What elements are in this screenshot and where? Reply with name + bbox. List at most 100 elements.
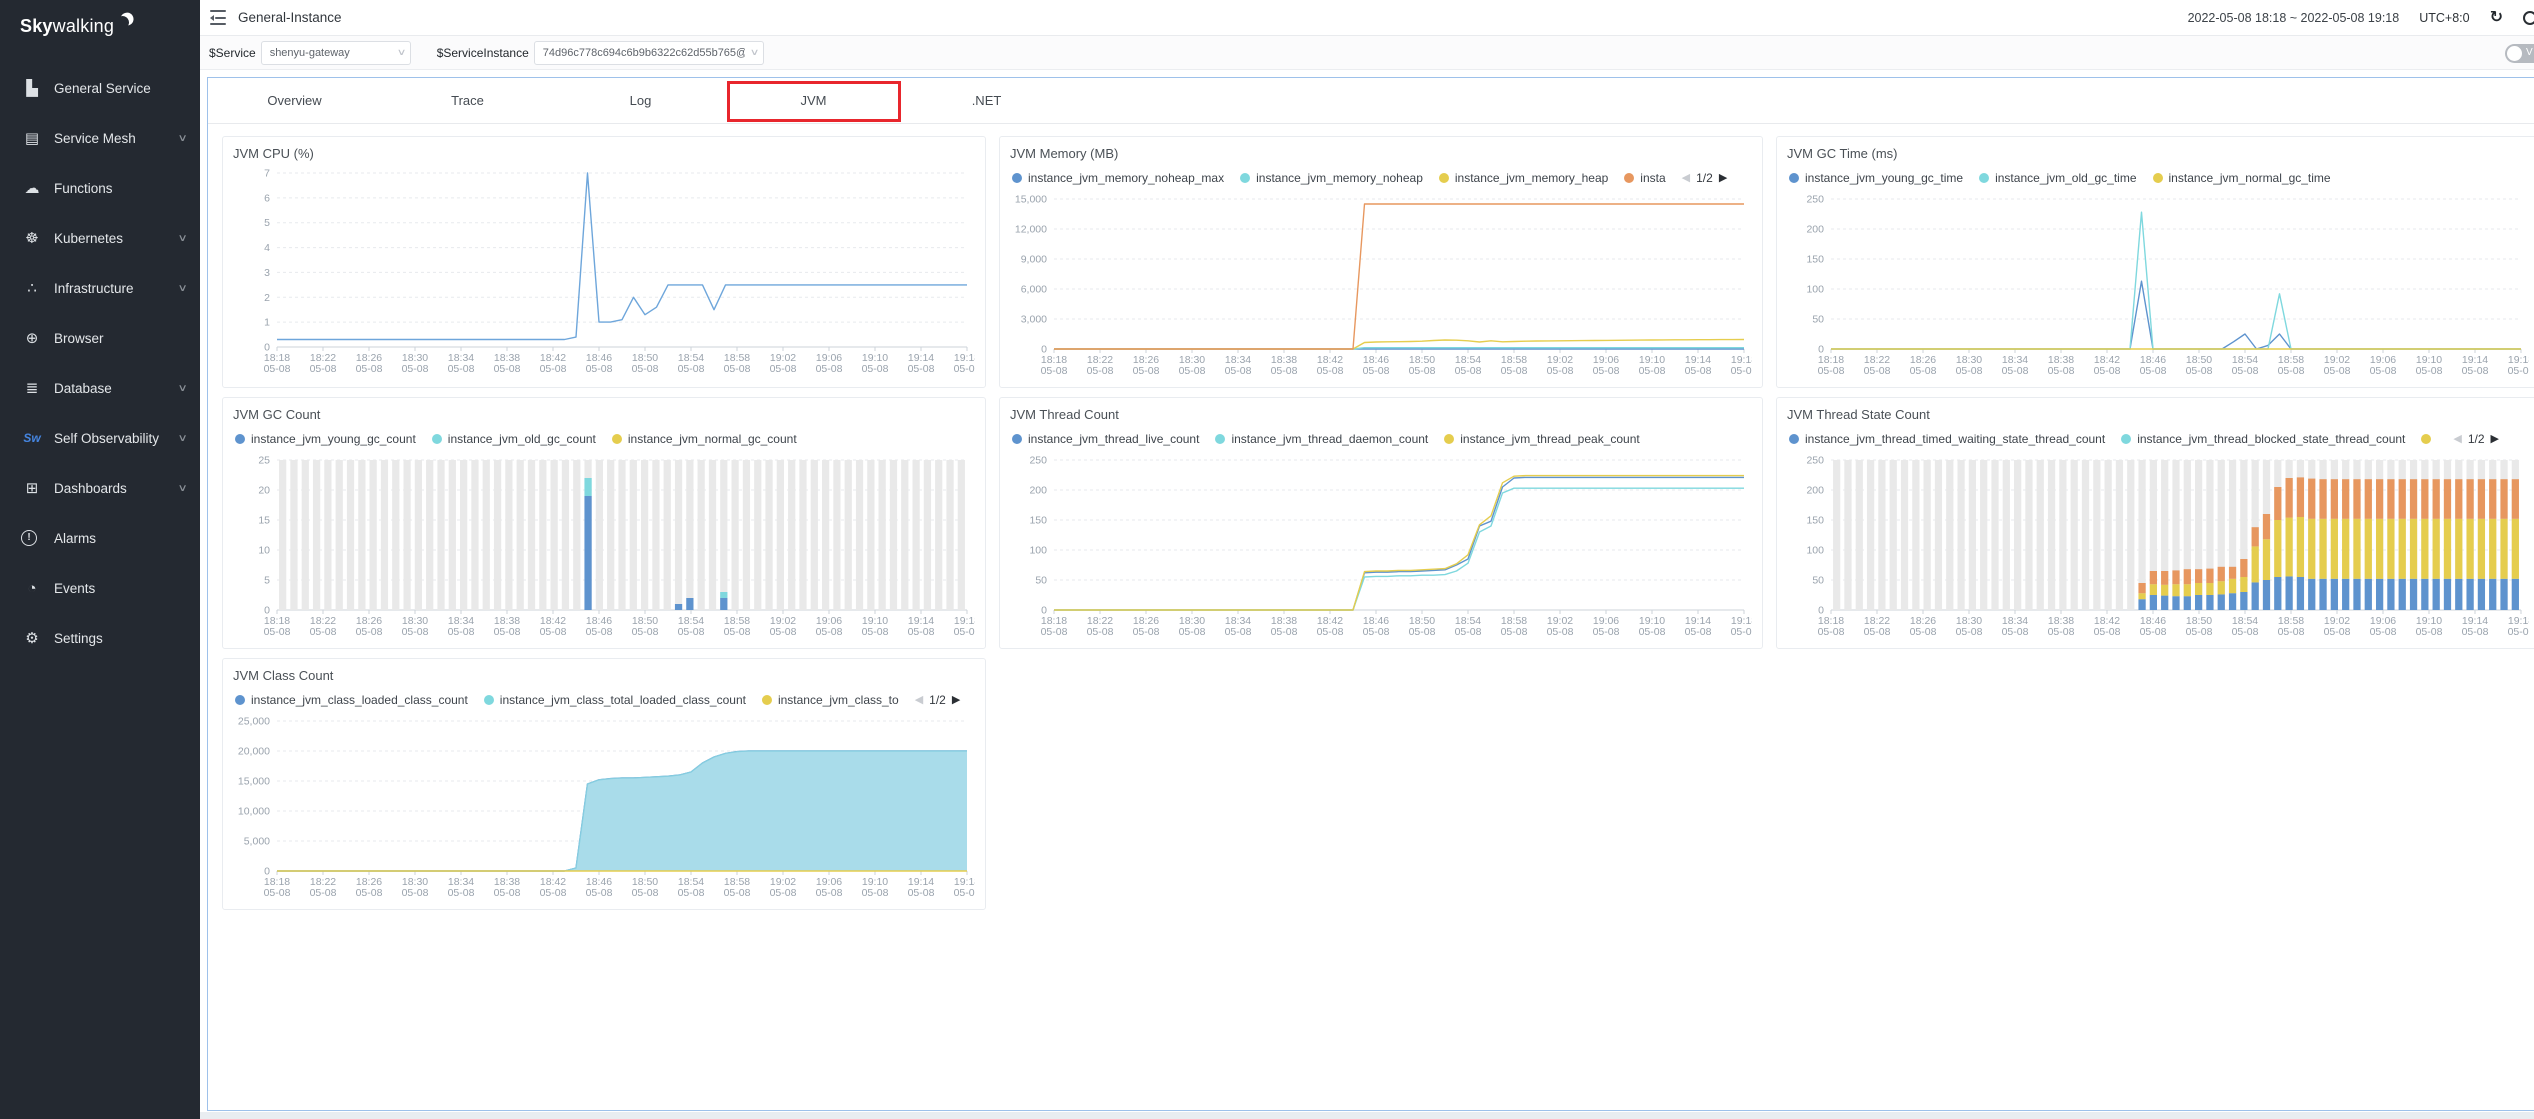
sidebar-item-settings[interactable]: ⚙Settings: [0, 613, 200, 663]
chart-panel-jvm-gc-time-ms: JVM GC Time (ms)instance_jvm_young_gc_ti…: [1776, 136, 2534, 388]
sidebar-item-self-observability[interactable]: SwSelf Observability∨: [0, 413, 200, 463]
service-instance-select-value: 74d96c778c694c6b9b6322c62d55b765@192.168: [543, 47, 745, 59]
sidebar-item-database[interactable]: ≣Database∨: [0, 363, 200, 413]
sidebar-item-service-mesh[interactable]: ▤Service Mesh∨: [0, 113, 200, 163]
panel-title: JVM GC Count: [233, 406, 975, 426]
legend-item[interactable]: [2421, 434, 2437, 444]
tab-net[interactable]: .NET: [900, 78, 1073, 123]
svg-text:05-08: 05-08: [2186, 626, 2213, 638]
chart-canvas[interactable]: 03,0006,0009,00012,00015,00018:1805-0818…: [1010, 191, 1752, 383]
svg-text:05-08: 05-08: [1731, 626, 1752, 638]
legend-item[interactable]: instance_jvm_class_loaded_class_count: [235, 693, 468, 707]
logo-crescent-icon: [115, 15, 130, 30]
sidebar-item-label: Infrastructure: [54, 281, 134, 296]
service-label: $Service: [209, 46, 256, 60]
svg-text:05-08: 05-08: [862, 626, 889, 638]
service-select[interactable]: shenyu-gateway ∨: [261, 41, 411, 65]
legend-item[interactable]: instance_jvm_thread_timed_waiting_state_…: [1789, 432, 2105, 446]
time-range-picker[interactable]: 2022-05-08 18:18 ~ 2022-05-08 19:18: [2188, 11, 2400, 25]
sidebar-item-label: Kubernetes: [54, 231, 123, 246]
chart-canvas[interactable]: 0123456718:1805-0818:2205-0818:2605-0818…: [233, 165, 975, 381]
legend-item[interactable]: instance_jvm_memory_heap: [1439, 171, 1608, 185]
chart-canvas[interactable]: 05010015020025018:1805-0818:2205-0818:26…: [1787, 452, 2529, 644]
svg-text:05-08: 05-08: [402, 363, 429, 375]
legend-item[interactable]: instance_jvm_young_gc_count: [235, 432, 416, 446]
tab-jvm[interactable]: JVM: [727, 78, 900, 123]
sidebar-item-infrastructure[interactable]: ∴Infrastructure∨: [0, 263, 200, 313]
svg-text:05-08: 05-08: [1455, 626, 1482, 638]
legend-dot-icon: [1789, 434, 1799, 444]
sidebar-item-label: Dashboards: [54, 481, 127, 496]
svg-text:250: 250: [1029, 455, 1047, 467]
database-icon: ≣: [21, 379, 43, 397]
legend-item[interactable]: instance_jvm_class_to: [762, 693, 899, 707]
legend-item[interactable]: instance_jvm_memory_noheap: [1240, 171, 1423, 185]
kubernetes-wheel-icon: ☸: [21, 229, 43, 247]
legend-item[interactable]: instance_jvm_class_total_loaded_class_co…: [484, 693, 746, 707]
browser-globe-icon: ⊕: [21, 329, 43, 347]
svg-text:05-08: 05-08: [356, 626, 383, 638]
svg-text:05-08: 05-08: [2048, 626, 2075, 638]
sidebar-item-dashboards[interactable]: ⊞Dashboards∨: [0, 463, 200, 513]
edit-mode-toggle[interactable]: V: [2505, 44, 2534, 63]
dashboards-grid-icon: ⊞: [21, 479, 43, 497]
svg-text:15,000: 15,000: [1015, 194, 1047, 206]
svg-text:05-08: 05-08: [1956, 626, 1983, 638]
tab-overview[interactable]: Overview: [208, 78, 381, 123]
tab-trace[interactable]: Trace: [381, 78, 554, 123]
chart-canvas[interactable]: 05,00010,00015,00020,00025,00018:1805-08…: [233, 713, 975, 905]
sidebar-item-kubernetes[interactable]: ☸Kubernetes∨: [0, 213, 200, 263]
panel-title: JVM Thread Count: [1010, 406, 1752, 426]
legend-item[interactable]: instance_jvm_normal_gc_time: [2153, 171, 2331, 185]
legend-item[interactable]: instance_jvm_thread_live_count: [1012, 432, 1199, 446]
chart-canvas[interactable]: 05010015020025018:1805-0818:2205-0818:26…: [1787, 191, 2529, 383]
legend-item[interactable]: instance_jvm_memory_noheap_max: [1012, 171, 1224, 185]
svg-text:05-08: 05-08: [908, 626, 935, 638]
legend-item[interactable]: instance_jvm_thread_daemon_count: [1215, 432, 1428, 446]
legend-item[interactable]: instance_jvm_thread_blocked_state_thread…: [2121, 432, 2405, 446]
svg-text:05-08: 05-08: [586, 626, 613, 638]
menu-fold-icon[interactable]: [210, 10, 226, 25]
chevron-down-icon: ∨: [177, 383, 187, 394]
sidebar-item-alarms[interactable]: !Alarms: [0, 513, 200, 563]
svg-text:150: 150: [1806, 515, 1824, 527]
legend-item[interactable]: instance_jvm_young_gc_time: [1789, 171, 1963, 185]
chart-canvas[interactable]: 051015202518:1805-0818:2205-0818:2605-08…: [233, 452, 975, 644]
svg-text:05-08: 05-08: [632, 363, 659, 375]
svg-text:05-08: 05-08: [816, 363, 843, 375]
legend-item[interactable]: instance_jvm_old_gc_count: [432, 432, 596, 446]
legend-next-icon[interactable]: ▶: [952, 695, 960, 706]
sidebar-item-label: General Service: [54, 81, 151, 96]
svg-text:05-08: 05-08: [586, 363, 613, 375]
legend-next-icon[interactable]: ▶: [1719, 173, 1727, 184]
svg-text:200: 200: [1029, 485, 1047, 497]
chart-legend: instance_jvm_class_loaded_class_count ins…: [233, 687, 975, 713]
legend-item[interactable]: instance_jvm_normal_gc_count: [612, 432, 797, 446]
auto-refresh-icon[interactable]: [2523, 11, 2534, 25]
skywalking-logo[interactable]: Skywalking: [0, 0, 200, 37]
sidebar-item-functions[interactable]: ☁Functions: [0, 163, 200, 213]
sidebar-item-general-service[interactable]: ▙General Service: [0, 63, 200, 113]
legend-prev-icon[interactable]: ◀: [915, 695, 923, 706]
refresh-icon[interactable]: ↻: [2490, 10, 2503, 26]
legend-prev-icon[interactable]: ◀: [1682, 173, 1690, 184]
top-header: General-Instance 2022-05-08 18:18 ~ 2022…: [200, 0, 2534, 36]
page-title: General-Instance: [238, 10, 342, 25]
svg-text:200: 200: [1806, 224, 1824, 236]
chart-panel-jvm-thread-count: JVM Thread Count instance_jvm_thread_live…: [999, 397, 1763, 649]
chart-canvas[interactable]: 05010015020025018:1805-0818:2205-0818:26…: [1010, 452, 1752, 644]
legend-dot-icon: [1215, 434, 1225, 444]
service-instance-select[interactable]: 74d96c778c694c6b9b6322c62d55b765@192.168…: [534, 41, 764, 65]
sidebar-item-browser[interactable]: ⊕Browser: [0, 313, 200, 363]
sidebar-item-events[interactable]: ◔Events: [0, 563, 200, 613]
chevron-down-icon: ∨: [177, 433, 187, 444]
legend-item[interactable]: instance_jvm_old_gc_time: [1979, 171, 2136, 185]
svg-text:05-08: 05-08: [678, 626, 705, 638]
svg-text:05-08: 05-08: [2416, 626, 2443, 638]
legend-item[interactable]: insta: [1624, 171, 1665, 185]
legend-item[interactable]: instance_jvm_thread_peak_count: [1444, 432, 1639, 446]
legend-prev-icon[interactable]: ◀: [2453, 434, 2461, 445]
svg-text:05-08: 05-08: [954, 887, 975, 899]
legend-next-icon[interactable]: ▶: [2491, 434, 2499, 445]
tab-log[interactable]: Log: [554, 78, 727, 123]
